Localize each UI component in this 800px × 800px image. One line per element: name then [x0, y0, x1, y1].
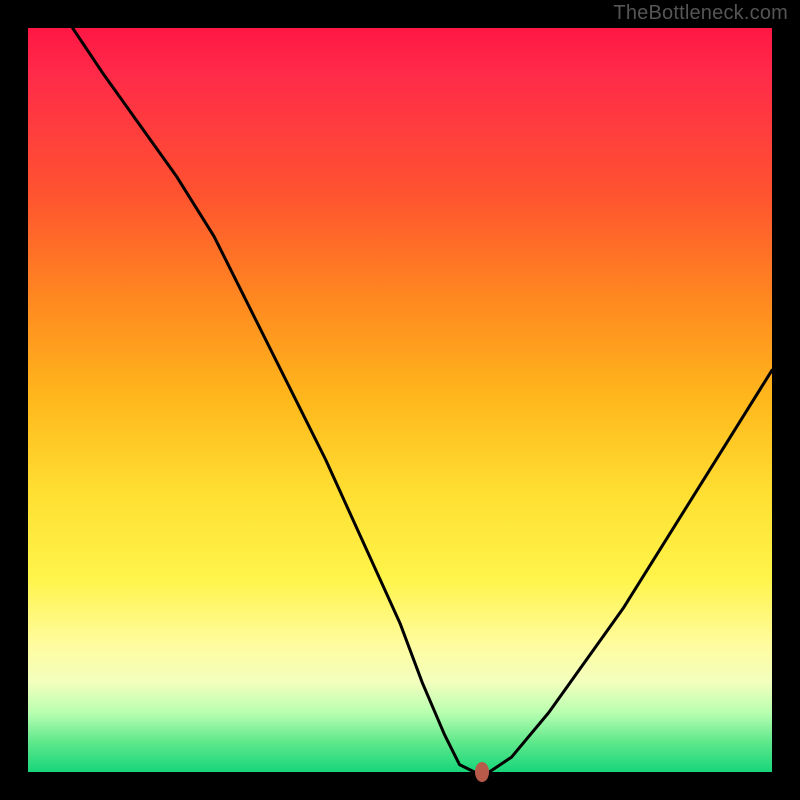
watermark-text: TheBottleneck.com: [613, 2, 788, 25]
minimum-marker: [475, 762, 489, 782]
chart-frame: TheBottleneck.com: [0, 0, 800, 800]
plot-area: [28, 28, 772, 772]
plot-background-gradient: [28, 28, 772, 772]
